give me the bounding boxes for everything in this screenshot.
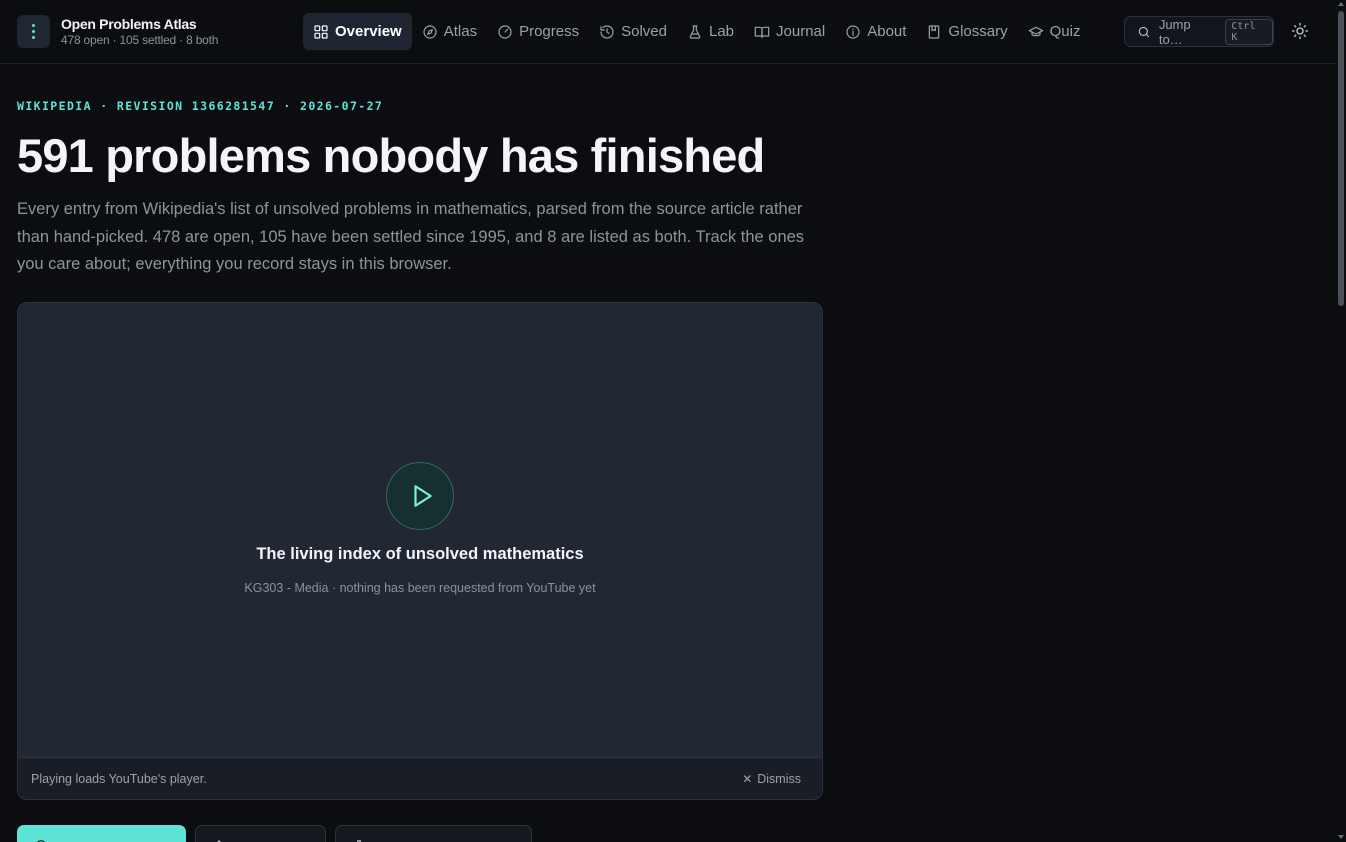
main-nav: Overview Atlas Progress Solved Lab Journ… <box>303 13 1090 50</box>
nav-label: Overview <box>335 23 402 40</box>
video-footer: Playing loads YouTube's player. ✕ Dismis… <box>18 757 822 799</box>
info-icon <box>846 24 860 39</box>
app-title: Open Problems Atlas <box>61 16 197 32</box>
nav-quiz[interactable]: Quiz <box>1018 13 1091 50</box>
jump-to-search[interactable]: Jump to… Ctrl K <box>1124 16 1274 47</box>
history-icon <box>600 24 614 39</box>
nav-label: Progress <box>519 23 580 40</box>
scroll-down-arrow-icon[interactable] <box>1338 835 1344 839</box>
gauge-icon <box>498 24 512 39</box>
nav-glossary[interactable]: Glossary <box>916 13 1017 50</box>
compass-icon <box>423 24 437 39</box>
brand-text: Open Problems Atlas 478 open · 105 settl… <box>61 16 218 47</box>
primary-cta-button[interactable] <box>17 825 186 842</box>
secondary-cta-button[interactable] <box>195 825 326 842</box>
book-icon <box>929 24 940 39</box>
nav-journal[interactable]: Journal <box>744 13 835 50</box>
scroll-thumb[interactable] <box>1338 11 1344 306</box>
brand[interactable]: Open Problems Atlas 478 open · 105 settl… <box>17 15 218 48</box>
source-eyebrow: WIKIPEDIA · REVISION 1366281547 · 2026-0… <box>17 99 384 113</box>
page-title: 591 problems nobody has finished <box>17 129 765 182</box>
intro-paragraph: Every entry from Wikipedia's list of uns… <box>17 200 805 273</box>
nav-label: Glossary <box>948 23 1008 40</box>
nav-label: Solved <box>621 23 667 40</box>
flask-icon <box>689 24 701 39</box>
dismiss-label: Dismiss <box>757 771 801 786</box>
search-icon <box>1138 26 1150 37</box>
jump-label: Jump to… <box>1158 16 1191 47</box>
grid-icon <box>314 24 328 39</box>
video-subtitle: KG303 - Media · nothing has been request… <box>244 581 596 595</box>
nav-about[interactable]: About <box>835 13 916 50</box>
page-scrollbar[interactable] <box>1336 0 1346 842</box>
nav-atlas[interactable]: Atlas <box>412 13 487 50</box>
sun-icon <box>1291 22 1309 40</box>
video-footer-note: Playing loads YouTube's player. <box>31 771 207 786</box>
play-icon <box>414 485 432 507</box>
keyboard-shortcut: Ctrl K <box>1225 18 1273 45</box>
nav-label: Atlas <box>443 23 478 40</box>
nav-label: Quiz <box>1049 23 1081 40</box>
play-button[interactable] <box>386 462 454 530</box>
video-title: The living index of unsolved mathematics <box>256 545 584 563</box>
graduation-cap-icon <box>1028 26 1043 36</box>
tertiary-cta-button[interactable] <box>335 825 532 842</box>
scroll-up-arrow-icon[interactable] <box>1338 2 1344 6</box>
nav-label: Journal <box>776 23 826 40</box>
nav-label: Lab <box>708 23 735 40</box>
dismiss-button[interactable]: ✕ Dismiss <box>742 772 801 786</box>
menu-dots-icon[interactable] <box>17 15 50 48</box>
nav-overview[interactable]: Overview <box>303 13 412 50</box>
nav-progress[interactable]: Progress <box>487 13 589 50</box>
cta-row <box>17 825 541 842</box>
nav-lab[interactable]: Lab <box>677 13 744 50</box>
app-stats: 478 open · 105 settled · 8 both <box>61 33 219 47</box>
nav-label: About <box>867 23 907 40</box>
close-icon: ✕ <box>742 771 753 786</box>
video-card: The living index of unsolved mathematics… <box>17 302 823 800</box>
theme-toggle[interactable] <box>1289 20 1311 42</box>
top-bar: Open Problems Atlas 478 open · 105 settl… <box>0 0 1336 64</box>
nav-solved[interactable]: Solved <box>589 13 677 50</box>
book-open-icon <box>754 26 770 38</box>
